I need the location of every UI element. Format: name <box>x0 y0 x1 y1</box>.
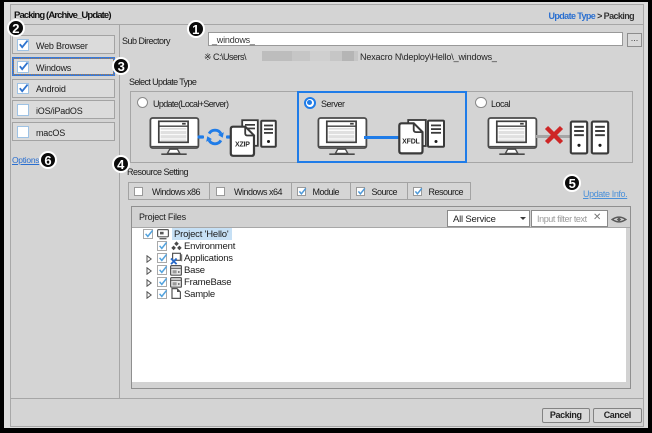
svg-text:XZIP: XZIP <box>235 141 250 148</box>
svg-text:XFDL: XFDL <box>402 139 420 146</box>
